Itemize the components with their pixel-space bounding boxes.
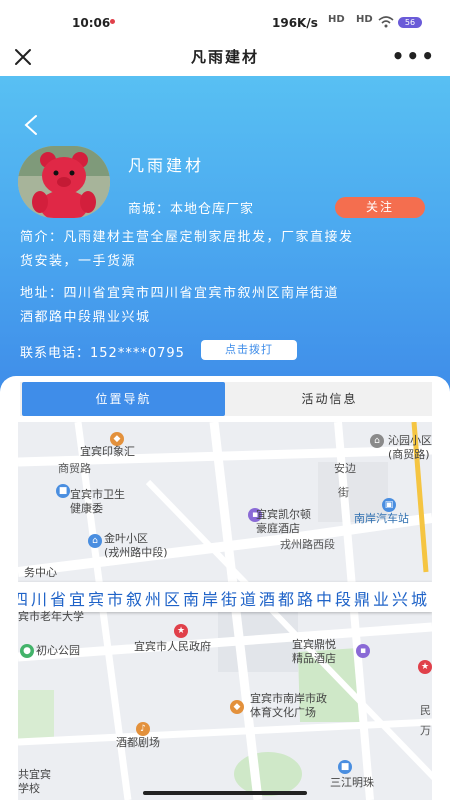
map-label-jinye-2: (戎州路中段) — [104, 546, 168, 559]
community-pin-icon: ⌂ — [370, 434, 384, 448]
shop-intro-line-1: 简介：凡雨建材主营全屋定制家居批发，厂家直接发 — [20, 230, 354, 245]
shop-header: 凡雨建材 商城：本地仓库厂家 关注 简介：凡雨建材主营全屋定制家居批发，厂家直接… — [0, 76, 450, 392]
map-label-bus-station: 南岸汽车站 — [354, 512, 409, 525]
shop-intro-line-2: 货安装，一手货源 — [20, 254, 137, 269]
address-banner: 四川省宜宾市叙州区南岸街道酒都路中段鼎业兴城 — [18, 582, 432, 612]
map-label-sanjiang: 三江明珠 — [330, 776, 374, 789]
map-label-plaza-1: 宜宾市南岸市政 — [250, 692, 327, 705]
follow-button[interactable]: 关注 — [335, 197, 425, 218]
shop-type: 商城：本地仓库厂家 — [128, 202, 255, 217]
map-label-school-2: 学校 — [18, 782, 40, 795]
red-bear-avatar-image — [18, 146, 110, 218]
plaza-pin-icon: ◆ — [230, 700, 244, 714]
map-label-wan: 万 — [420, 724, 431, 737]
map-label-kaierdun-2: 豪庭酒店 — [256, 522, 300, 535]
status-bar: 10:06 196K/s HD HD 56 — [0, 0, 450, 40]
network-speed: 196K/s — [272, 16, 318, 30]
phone-label: 联系电话： — [20, 346, 91, 361]
map-label-city-government: 宜宾市人民政府 — [134, 640, 211, 653]
map-label-dingyue-1: 宜宾鼎悦 — [292, 638, 336, 651]
home-indicator[interactable] — [143, 791, 307, 795]
map-label-kaierdun-1: 宜宾凯尔顿 — [256, 508, 311, 521]
notification-dot-icon — [110, 19, 115, 24]
map-label-elderly-university: 宾市老年大学 — [18, 610, 84, 623]
map-label-health-commission-1: 宜宾市卫生 — [70, 488, 125, 501]
map-label-school-1: 共宜宾 — [18, 768, 51, 781]
phone-row: 联系电话：152****0795 — [20, 342, 185, 361]
wifi-icon — [378, 16, 394, 28]
park-pin-icon: ● — [20, 644, 34, 658]
shop-avatar — [18, 146, 110, 218]
shopping-pin-icon: ◆ — [110, 432, 124, 446]
address-banner-text: 四川省宜宾市叙州区南岸街道酒都路中段鼎业兴城 — [18, 590, 431, 609]
tab-location-navigation[interactable]: 位置导航 — [22, 382, 225, 416]
call-button[interactable]: 点击拨打 — [201, 340, 297, 360]
battery-icon: 56 — [398, 17, 422, 28]
building-pin-icon: ■ — [338, 760, 352, 774]
hd-signal-2: HD — [356, 14, 373, 25]
more-options-icon[interactable]: ••• — [392, 44, 436, 68]
back-arrow-icon[interactable] — [22, 114, 40, 136]
phone-number: 152****0795 — [90, 346, 185, 361]
map-label-plaza-2: 体育文化广场 — [250, 706, 316, 719]
shop-name: 凡雨建材 — [128, 156, 205, 175]
title-bar: 凡雨建材 ••• — [0, 40, 450, 76]
map-label-health-commission-2: 健康委 — [70, 502, 103, 515]
status-time: 10:06 — [72, 16, 111, 30]
shop-intro: 简介：凡雨建材主营全屋定制家居批发，厂家直接发 货安装，一手货源 — [20, 226, 436, 274]
map-label-jinye-1: 金叶小区 — [104, 532, 148, 545]
residence-pin-icon: ⌂ — [88, 534, 102, 548]
government-pin-icon: ■ — [56, 484, 70, 498]
hd-signal-1: HD — [328, 14, 345, 25]
theater-pin-icon: ♪ — [136, 722, 150, 736]
map-label-min: 民 — [420, 704, 431, 717]
map-label-dingyue-2: 精品酒店 — [292, 652, 336, 665]
page-title: 凡雨建材 — [190, 48, 259, 66]
shop-address: 地址：四川省宜宾市四川省宜宾市叙州区南岸街道 酒都路中段鼎业兴城 — [20, 282, 436, 330]
map-label-jie: 街 — [338, 486, 349, 499]
map-label-qinyuan-2: (商贸路) — [388, 448, 430, 461]
map-label-jiudu-theater: 酒都剧场 — [116, 736, 160, 749]
tab-bar: 位置导航 活动信息 — [20, 382, 432, 416]
map-label-rongzhou-west: 戎州路西段 — [280, 538, 335, 551]
shop-address-line-2: 酒都路中段鼎业兴城 — [20, 310, 151, 325]
map-label-service-center: 务中心 — [24, 566, 57, 579]
tab-activity-info[interactable]: 活动信息 — [227, 382, 432, 416]
map-label-chuxin-park: 初心公园 — [36, 644, 80, 657]
map-view[interactable]: ◆ 宜宾印象汇 商贸路 ■ 宜宾市卫生 健康委 ⌂ 金叶小区 (戎州路中段) 务… — [18, 422, 432, 800]
bus-station-pin-icon: ▣ — [382, 498, 396, 512]
hotel-pin-2-icon: ▪ — [356, 644, 370, 658]
government-star-pin-icon: ★ — [174, 624, 188, 638]
map-label-yibin-impression: 宜宾印象汇 — [80, 445, 135, 458]
map-label-shangmao-road: 商贸路 — [58, 462, 91, 475]
map-label-qinyuan-1: 沁园小区 — [388, 434, 432, 447]
shop-address-line-1: 地址：四川省宜宾市四川省宜宾市叙州区南岸街道 — [20, 286, 340, 301]
map-label-anbian: 安边 — [334, 462, 356, 475]
star-pin-icon: ★ — [418, 660, 432, 674]
